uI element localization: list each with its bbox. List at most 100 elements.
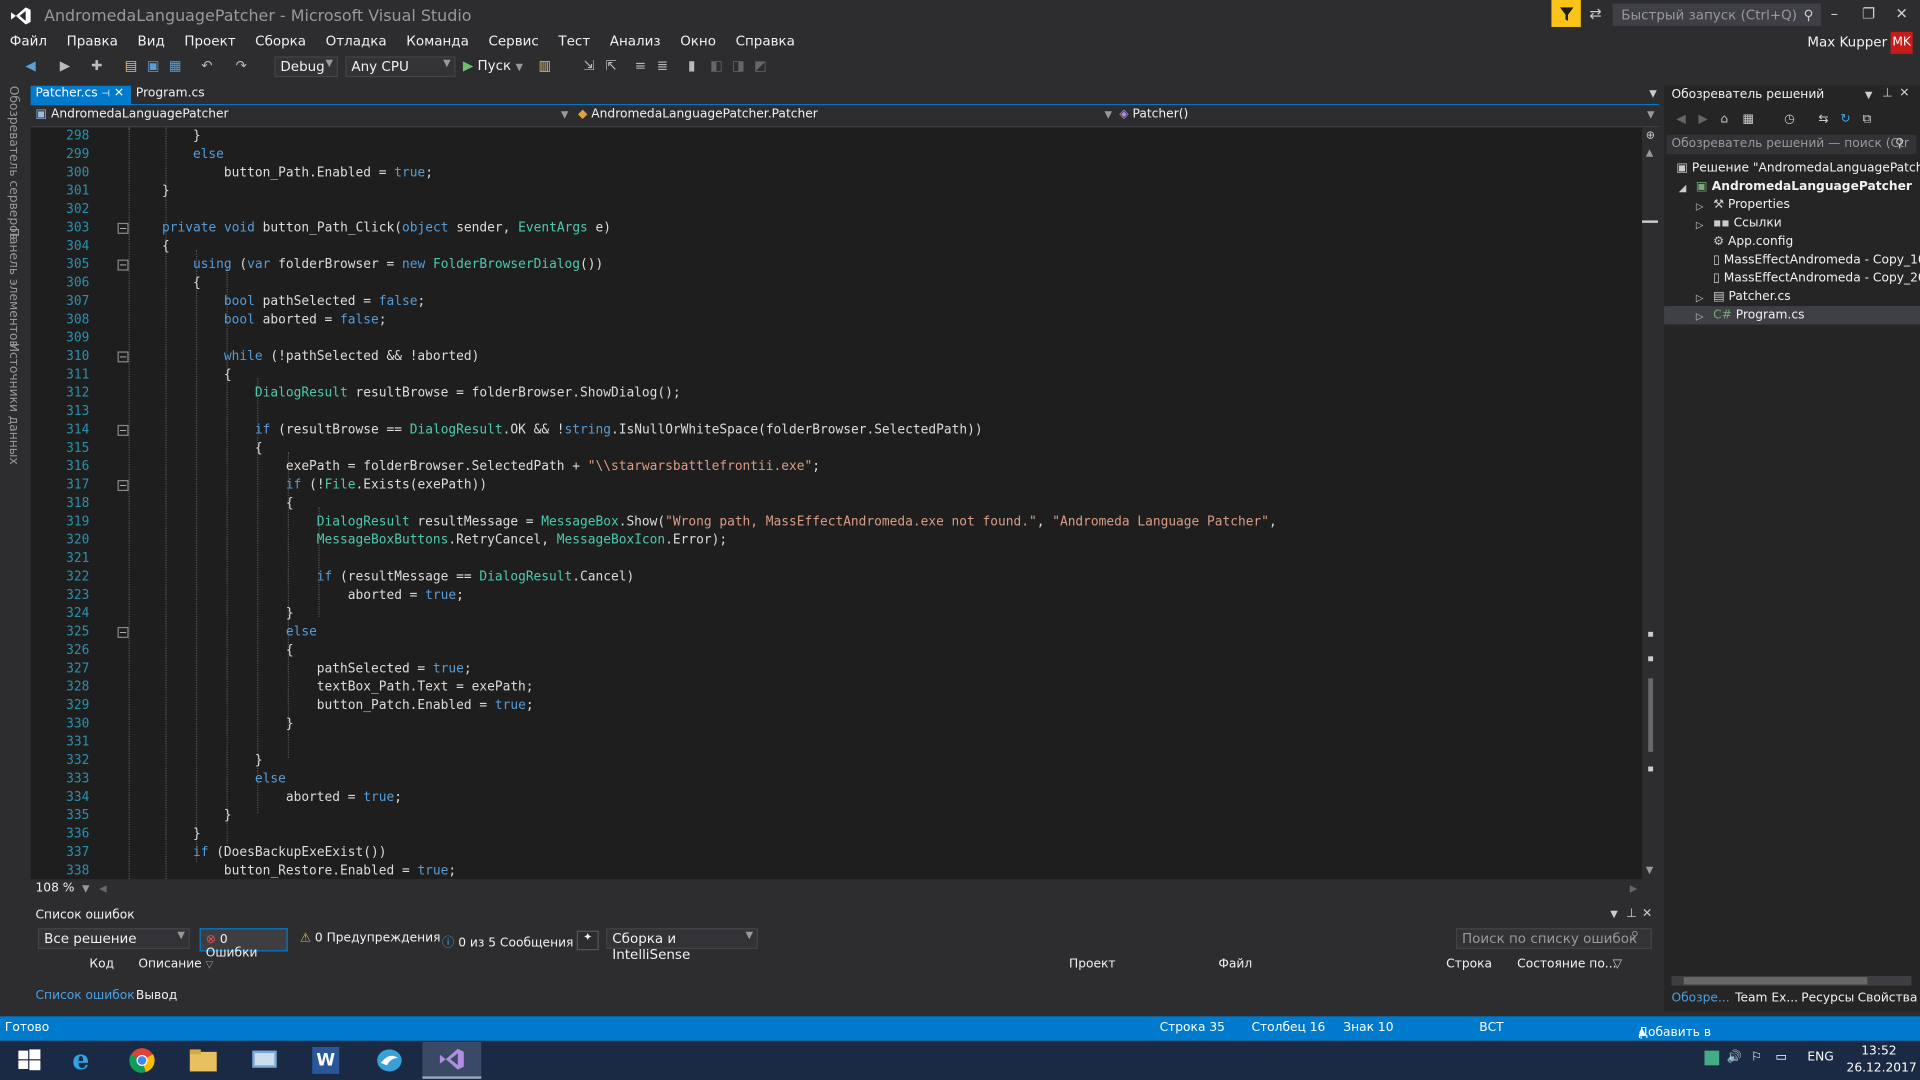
collapse-region-icon[interactable]: − xyxy=(117,626,129,638)
code-line[interactable]: else xyxy=(131,771,286,786)
chevron-down-icon[interactable]: ▼ xyxy=(1865,89,1873,100)
code-line[interactable]: DialogResult resultMessage = MessageBox.… xyxy=(131,514,1277,529)
editor-scrollbar[interactable]: ⊕ ▲ ▼ xyxy=(1642,127,1660,880)
collapse-all-icon[interactable]: ⧉ xyxy=(1862,113,1871,126)
collapse-region-icon[interactable]: − xyxy=(117,424,129,436)
errors-filter-button[interactable]: ⊗ 0 Ошибки xyxy=(199,928,288,960)
menu-debug[interactable]: Отладка xyxy=(316,32,397,54)
visual-studio-taskbar-icon[interactable] xyxy=(422,1042,482,1079)
scroll-down-icon[interactable]: ▼ xyxy=(1646,864,1654,875)
clock-date[interactable]: 26.12.2017 xyxy=(1847,1062,1917,1075)
collapse-region-icon[interactable]: − xyxy=(117,351,129,363)
split-icon[interactable]: ⊕ xyxy=(1646,130,1655,142)
user-name[interactable]: Max Kupper xyxy=(1807,34,1887,50)
forward-icon[interactable]: ▶ xyxy=(1698,113,1707,126)
code-line[interactable]: MessageBoxButtons.RetryCancel, MessageBo… xyxy=(131,533,727,548)
filter-icon[interactable]: ▽ xyxy=(1613,958,1622,971)
code-line[interactable]: } xyxy=(131,184,170,199)
quick-launch-input[interactable]: Быстрый запуск (Ctrl+Q) ⚲ xyxy=(1612,3,1821,26)
menu-project[interactable]: Проект xyxy=(175,32,246,54)
tab-data-sources[interactable]: Источники данных xyxy=(6,343,19,465)
tree-app-config[interactable]: ⚙ App.config xyxy=(1713,235,1793,248)
code-line[interactable]: } xyxy=(131,827,201,842)
code-line[interactable]: { xyxy=(131,496,294,511)
collapse-region-icon[interactable]: − xyxy=(117,259,129,271)
restore-button[interactable]: ❐ xyxy=(1855,5,1882,25)
code-line[interactable]: using (var folderBrowser = new FolderBro… xyxy=(131,257,603,272)
step-over-icon[interactable]: ⇱ xyxy=(602,58,619,75)
close-icon[interactable]: ✕ xyxy=(114,87,124,100)
code-line[interactable]: button_Patch.Enabled = true; xyxy=(131,698,534,713)
tree-solution[interactable]: ▣ Решение "AndromedaLanguagePatcher xyxy=(1676,162,1920,175)
code-line[interactable]: { xyxy=(131,367,232,382)
code-line[interactable]: } xyxy=(131,606,294,621)
tree-patcher-cs[interactable]: ▤ Patcher.cs xyxy=(1713,290,1791,303)
tree-file-copy20[interactable]: ▯ MassEffectAndromeda - Copy_20 xyxy=(1713,272,1920,285)
pin-icon[interactable]: ⊥ xyxy=(1882,87,1893,100)
volume-icon[interactable]: 🔊 xyxy=(1727,1051,1742,1064)
start-button[interactable]: ▶ Пуск ▼ xyxy=(463,58,523,74)
open-folder-icon[interactable]: ▤ xyxy=(122,58,139,75)
network-icon[interactable]: ▭ xyxy=(1776,1051,1788,1064)
menu-view[interactable]: Вид xyxy=(128,32,175,54)
scroll-right-icon[interactable]: ▶ xyxy=(1630,883,1638,894)
pin-icon[interactable]: ⊣ xyxy=(101,88,110,99)
next-bookmark-icon[interactable]: ◨ xyxy=(730,58,747,75)
warnings-filter-button[interactable]: ⚠ 0 Предупреждения xyxy=(295,928,445,951)
menu-edit[interactable]: Правка xyxy=(57,32,128,54)
undo-icon[interactable]: ↶ xyxy=(198,58,215,75)
history-icon[interactable]: ◷ xyxy=(1784,113,1795,126)
code-line[interactable]: if (resultMessage == DialogResult.Cancel… xyxy=(131,569,634,584)
tab-error-list[interactable]: Список ошибок xyxy=(36,989,135,1002)
feedback-icon[interactable]: ⇄ xyxy=(1589,5,1601,22)
code-line[interactable]: textBox_Path.Text = exePath; xyxy=(131,680,534,695)
collapsed-icon[interactable]: ▷ xyxy=(1696,201,1704,212)
minimize-button[interactable]: – xyxy=(1821,5,1848,25)
code-line[interactable]: bool aborted = false; xyxy=(131,312,387,327)
code-line[interactable]: { xyxy=(131,643,294,658)
chevron-down-icon[interactable]: ▼ xyxy=(1610,909,1618,920)
tab-server-explorer[interactable]: Обозреватель серверов xyxy=(6,86,19,240)
scroll-thumb[interactable] xyxy=(1648,678,1654,752)
tab-team-explorer[interactable]: Team Ex... xyxy=(1735,992,1798,1005)
flag-icon[interactable]: ⚐ xyxy=(1751,1051,1762,1064)
scope-dropdown[interactable]: Все решение ▼ xyxy=(37,928,190,949)
start-button[interactable] xyxy=(0,1042,59,1079)
clock-time[interactable]: 13:52 xyxy=(1861,1044,1896,1057)
close-button[interactable]: ✕ xyxy=(1888,5,1915,25)
chevron-down-icon[interactable]: ▼ xyxy=(82,883,90,894)
error-search-input[interactable]: Поиск по списку ошибок ⚲ xyxy=(1455,928,1652,949)
scroll-up-icon[interactable]: ▲ xyxy=(1646,147,1654,158)
code-line[interactable]: bool pathSelected = false; xyxy=(131,294,425,309)
code-line[interactable]: if (DoesBackupExeExist()) xyxy=(131,845,387,860)
clear-bookmarks-icon[interactable]: ◩ xyxy=(752,58,769,75)
tab-resources[interactable]: Ресурсы xyxy=(1801,992,1854,1005)
close-icon[interactable]: ✕ xyxy=(1642,907,1652,920)
collapsed-icon[interactable]: ▷ xyxy=(1696,293,1704,304)
source-dropdown[interactable]: Сборка и IntelliSense ▼ xyxy=(606,928,758,962)
code-line[interactable]: if (!File.Exists(exePath)) xyxy=(131,478,487,493)
code-line[interactable]: } xyxy=(131,129,201,144)
zoom-level[interactable]: 108 % xyxy=(36,882,75,895)
back-icon[interactable]: ◀ xyxy=(1676,113,1685,126)
refresh-icon[interactable]: ↻ xyxy=(1840,113,1850,126)
column-suppression[interactable]: Состояние по... xyxy=(1517,958,1616,971)
tree-program-cs[interactable]: C# Program.cs xyxy=(1713,309,1804,322)
avatar[interactable]: MK xyxy=(1890,31,1913,54)
column-description[interactable]: Описание ▽ xyxy=(138,958,213,971)
config-dropdown[interactable]: Debug ▼ xyxy=(274,56,338,78)
tab-solution-explorer[interactable]: Обозре... xyxy=(1671,992,1729,1005)
code-line[interactable]: { xyxy=(131,441,263,456)
control-panel-taskbar-icon[interactable] xyxy=(235,1042,294,1079)
tab-output[interactable]: Вывод xyxy=(136,989,177,1002)
scroll-left-icon[interactable]: ◀ xyxy=(99,883,107,894)
outdent-icon[interactable]: ≣ xyxy=(654,58,671,75)
back-icon[interactable]: ◀ xyxy=(22,58,39,75)
nav-member-dropdown[interactable]: ◈ Patcher() xyxy=(1119,108,1188,121)
notification-flag-icon[interactable] xyxy=(1551,0,1581,27)
sync-icon[interactable]: ⇆ xyxy=(1818,113,1828,126)
menu-help[interactable]: Справка xyxy=(726,32,805,54)
tree-properties[interactable]: ⚒ Properties xyxy=(1713,198,1790,211)
tab-patcher-cs[interactable]: Patcher.cs ⊣ ✕ xyxy=(30,85,132,106)
tree-project[interactable]: ▣ AndromedaLanguagePatcher xyxy=(1696,180,1912,193)
